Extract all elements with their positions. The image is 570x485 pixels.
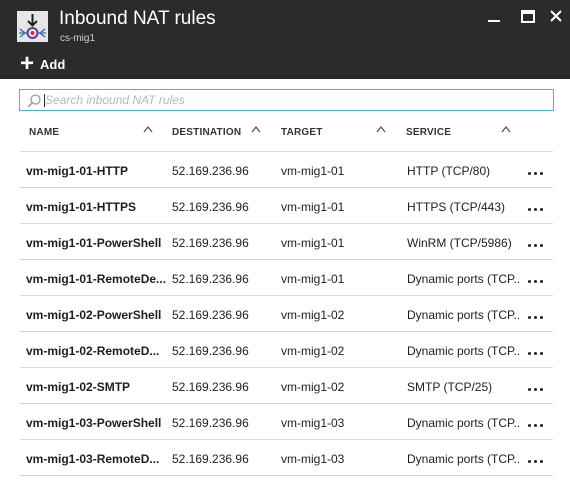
column-header-destination[interactable]: DESTINATION	[172, 127, 241, 138]
more-options-icon[interactable]	[525, 232, 547, 252]
sort-icon[interactable]	[143, 125, 153, 133]
rule-target: vm-mig1-01	[281, 164, 345, 178]
rule-destination: 52.169.236.96	[172, 200, 249, 214]
minimize-button[interactable]	[484, 8, 504, 26]
table-row[interactable]: vm-mig1-03-RemoteD... 52.169.236.96 vm-m…	[20, 440, 553, 476]
rule-target: vm-mig1-01	[281, 200, 345, 214]
column-header-target[interactable]: TARGET	[281, 127, 323, 138]
nat-rules-icon	[17, 11, 48, 42]
rule-name: vm-mig1-01-RemoteDe...	[26, 272, 166, 286]
table-row[interactable]: vm-mig1-02-PowerShell 52.169.236.96 vm-m…	[20, 296, 553, 332]
rule-destination: 52.169.236.96	[172, 272, 249, 286]
rule-name: vm-mig1-02-PowerShell	[26, 308, 162, 322]
rule-service: Dynamic ports (TCP...	[407, 416, 520, 430]
search-box[interactable]	[19, 89, 554, 111]
text-caret	[44, 94, 45, 107]
rule-target: vm-mig1-03	[281, 416, 345, 430]
column-header-service[interactable]: SERVICE	[406, 127, 451, 138]
rule-name: vm-mig1-03-RemoteD...	[26, 452, 160, 466]
rule-service: HTTP (TCP/80)	[407, 164, 491, 178]
rule-service: Dynamic ports (TCP...	[407, 452, 520, 466]
sort-icon[interactable]	[251, 125, 261, 133]
table-row[interactable]: vm-mig1-02-SMTP 52.169.236.96 vm-mig1-02…	[20, 368, 553, 404]
rule-service: WinRM (TCP/5986)	[407, 236, 512, 250]
more-options-icon[interactable]	[525, 448, 547, 468]
more-options-icon[interactable]	[525, 160, 547, 180]
rule-target: vm-mig1-03	[281, 452, 345, 466]
rule-destination: 52.169.236.96	[172, 380, 249, 394]
table-row[interactable]: vm-mig1-01-HTTP 52.169.236.96 vm-mig1-01…	[20, 152, 553, 188]
close-button[interactable]	[546, 8, 566, 26]
table-row[interactable]: vm-mig1-01-RemoteDe... 52.169.236.96 vm-…	[20, 260, 553, 296]
nat-rules-table: NAME DESTINATION TARGET SERVICE vm-mig1-…	[20, 116, 553, 476]
rule-destination: 52.169.236.96	[172, 452, 249, 466]
rule-name: vm-mig1-02-SMTP	[26, 380, 131, 394]
blade-header: Inbound NAT rules cs-mig1 + Add	[0, 0, 570, 79]
page-subtitle: cs-mig1	[60, 33, 96, 44]
rule-target: vm-mig1-01	[281, 236, 345, 250]
more-options-icon[interactable]	[525, 304, 547, 324]
rule-service: Dynamic ports (TCP...	[407, 344, 520, 358]
rule-name: vm-mig1-01-HTTPS	[26, 200, 137, 214]
rule-name: vm-mig1-01-HTTP	[26, 164, 129, 178]
minimize-icon	[488, 20, 500, 22]
more-options-icon[interactable]	[525, 412, 547, 432]
rule-name: vm-mig1-02-RemoteD...	[26, 344, 160, 358]
more-options-icon[interactable]	[525, 268, 547, 288]
rule-destination: 52.169.236.96	[172, 308, 249, 322]
close-icon	[550, 10, 562, 22]
table-header: NAME DESTINATION TARGET SERVICE	[20, 116, 553, 152]
rule-target: vm-mig1-02	[281, 344, 345, 358]
plus-icon: +	[20, 50, 35, 77]
maximize-icon	[521, 10, 535, 23]
table-row[interactable]: vm-mig1-01-HTTPS 52.169.236.96 vm-mig1-0…	[20, 188, 553, 224]
rule-name: vm-mig1-01-PowerShell	[26, 236, 162, 250]
rule-service: Dynamic ports (TCP...	[407, 308, 520, 322]
rule-target: vm-mig1-02	[281, 308, 345, 322]
more-options-icon[interactable]	[525, 376, 547, 396]
more-options-icon[interactable]	[525, 340, 547, 360]
table-row[interactable]: vm-mig1-01-PowerShell 52.169.236.96 vm-m…	[20, 224, 553, 260]
sort-icon[interactable]	[376, 125, 386, 133]
rule-destination: 52.169.236.96	[172, 236, 249, 250]
table-row[interactable]: vm-mig1-02-RemoteD... 52.169.236.96 vm-m…	[20, 332, 553, 368]
add-button[interactable]: + Add	[20, 50, 66, 77]
rule-service: SMTP (TCP/25)	[407, 380, 493, 394]
rule-destination: 52.169.236.96	[172, 344, 249, 358]
column-header-name[interactable]: NAME	[29, 127, 59, 138]
sort-icon[interactable]	[501, 125, 511, 133]
rule-destination: 52.169.236.96	[172, 164, 249, 178]
rule-name: vm-mig1-03-PowerShell	[26, 416, 162, 430]
rule-service: HTTPS (TCP/443)	[407, 200, 506, 214]
search-input[interactable]	[45, 90, 550, 110]
maximize-button[interactable]	[518, 8, 538, 26]
search-icon	[27, 94, 41, 108]
page-title: Inbound NAT rules	[59, 8, 216, 29]
add-button-label: Add	[40, 56, 66, 72]
more-options-icon[interactable]	[525, 196, 547, 216]
rule-destination: 52.169.236.96	[172, 416, 249, 430]
table-row[interactable]: vm-mig1-03-PowerShell 52.169.236.96 vm-m…	[20, 404, 553, 440]
rule-target: vm-mig1-01	[281, 272, 345, 286]
rule-service: Dynamic ports (TCP...	[407, 272, 520, 286]
rule-target: vm-mig1-02	[281, 380, 345, 394]
